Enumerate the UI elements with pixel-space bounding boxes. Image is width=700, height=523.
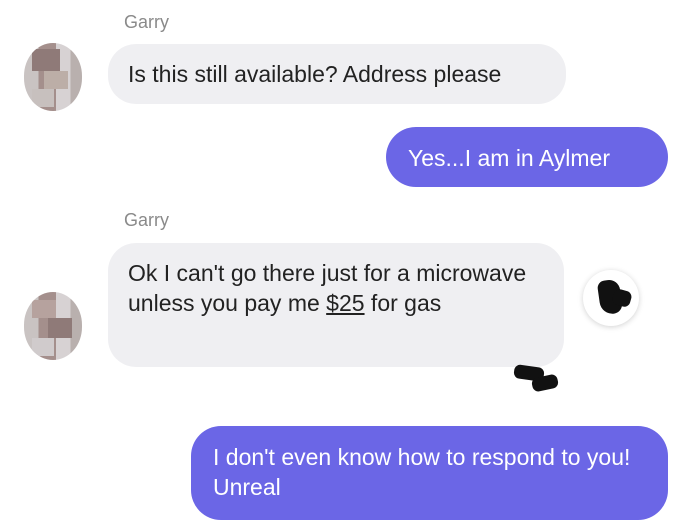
- sender-name: Garry: [124, 210, 169, 230]
- message-text: Is this still available? Address please: [128, 61, 502, 87]
- outgoing-message[interactable]: I don't even know how to respond to you!…: [191, 426, 668, 520]
- sender-avatar[interactable]: [24, 292, 82, 360]
- sender-avatar[interactable]: [24, 43, 82, 111]
- message-text: Yes...I am in Aylmer: [408, 145, 610, 171]
- message-thread: Garry Is this still available? Address p…: [0, 0, 700, 523]
- message-text-end: for gas: [364, 290, 442, 316]
- sender-name: Garry: [124, 12, 169, 32]
- redacted-reaction-bubble: [583, 270, 639, 326]
- message-text: I don't even know how to respond to you!…: [213, 444, 631, 500]
- incoming-message[interactable]: Ok I can't go there just for a microwave…: [108, 243, 564, 367]
- incoming-message[interactable]: Is this still available? Address please: [108, 44, 566, 104]
- outgoing-message[interactable]: Yes...I am in Aylmer: [386, 127, 668, 187]
- amount-link[interactable]: $25: [326, 290, 364, 316]
